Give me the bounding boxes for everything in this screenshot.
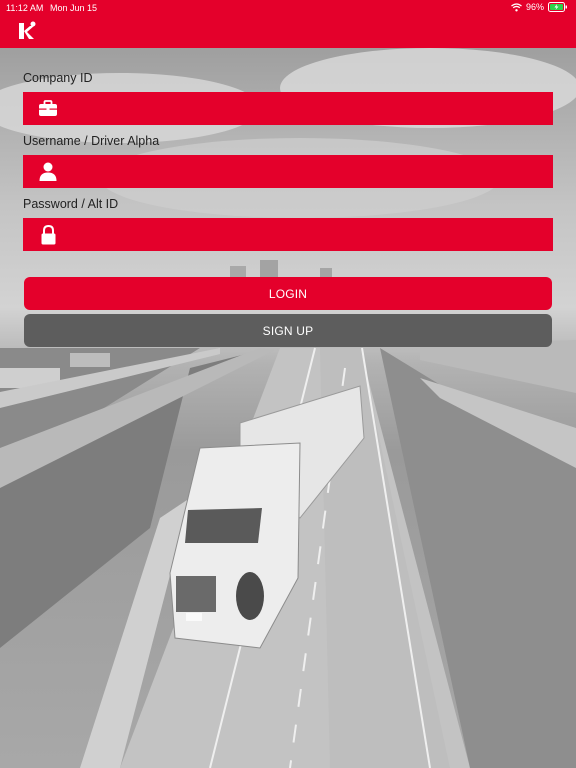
lock-icon bbox=[23, 224, 73, 245]
password-field[interactable] bbox=[23, 217, 553, 252]
status-bar: 11:12 AM Mon Jun 15 96% bbox=[0, 0, 576, 16]
company-id-field[interactable] bbox=[23, 91, 553, 126]
sign-up-button[interactable]: SIGN UP bbox=[24, 314, 552, 347]
user-icon bbox=[23, 162, 73, 181]
password-input[interactable] bbox=[73, 217, 553, 252]
password-label: Password / Alt ID bbox=[23, 197, 119, 211]
username-label: Username / Driver Alpha bbox=[23, 134, 160, 148]
wifi-icon bbox=[511, 2, 522, 11]
brand-logo bbox=[16, 20, 40, 47]
status-date: Mon Jun 15 bbox=[50, 3, 98, 13]
status-right: 96% bbox=[511, 2, 568, 12]
login-button[interactable]: LOGIN bbox=[24, 277, 552, 310]
status-time: 11:12 AM bbox=[6, 3, 44, 13]
battery-charging-icon bbox=[548, 2, 567, 12]
battery-percentage: 96% bbox=[525, 2, 544, 12]
username-input[interactable] bbox=[73, 154, 553, 189]
nav-bar bbox=[0, 16, 576, 48]
company-id-input[interactable] bbox=[73, 91, 553, 126]
briefcase-icon bbox=[23, 100, 73, 117]
company-id-label: Company ID bbox=[23, 71, 93, 85]
username-field[interactable] bbox=[23, 154, 553, 189]
